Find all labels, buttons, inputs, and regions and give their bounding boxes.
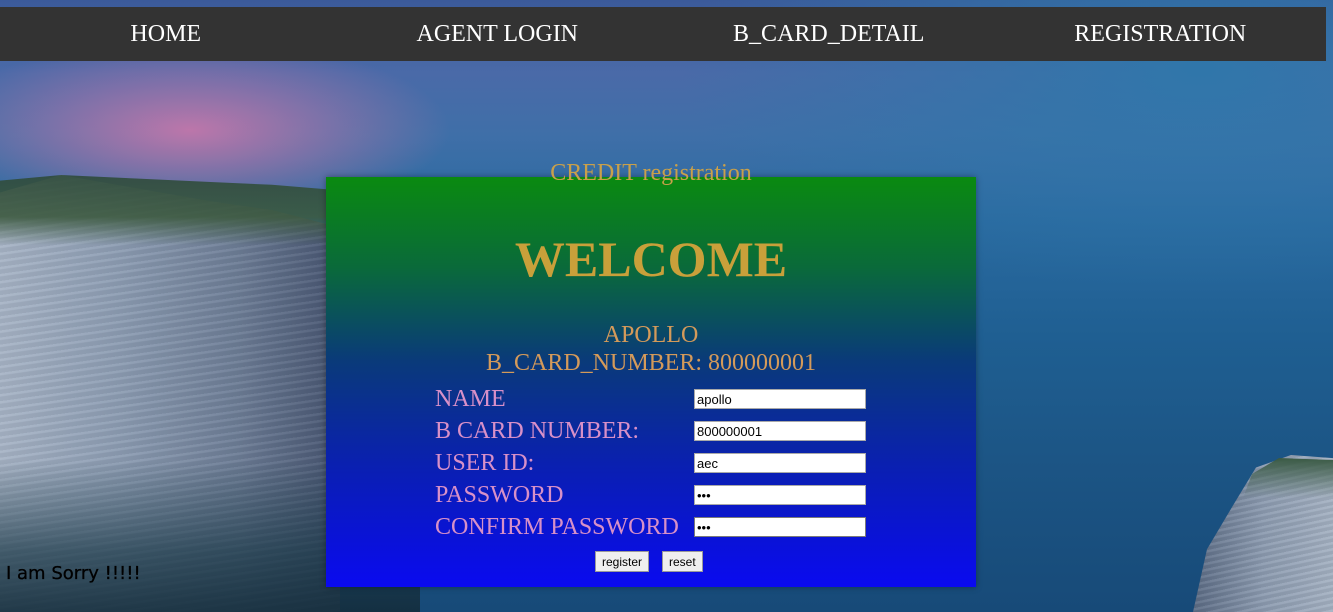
card-number-label: B CARD NUMBER: <box>435 418 640 444</box>
password-label: PASSWORD <box>435 482 564 508</box>
user-id-label: USER ID: <box>435 450 535 476</box>
nav-registration[interactable]: REGISTRATION <box>995 7 1327 61</box>
nav-b-card-detail[interactable]: B_CARD_DETAIL <box>663 7 995 61</box>
card-number-line: B_CARD_NUMBER: 800000001 <box>485 350 817 376</box>
confirm-password-row: CONFIRM PASSWORD <box>435 514 875 540</box>
top-navbar: HOME AGENT LOGIN B_CARD_DETAIL REGISTRAT… <box>0 7 1326 61</box>
name-input[interactable] <box>694 389 866 409</box>
user-id-row: USER ID: <box>435 450 875 476</box>
user-name: APOLLO <box>603 322 699 348</box>
password-row: PASSWORD <box>435 482 875 508</box>
nav-agent-login[interactable]: AGENT LOGIN <box>332 7 664 61</box>
reset-button[interactable]: reset <box>662 551 703 572</box>
confirm-password-label: CONFIRM PASSWORD <box>435 514 679 540</box>
background-cliff-vegetation <box>0 175 340 245</box>
password-input[interactable] <box>694 485 866 505</box>
card-number-row: B CARD NUMBER: <box>435 418 875 444</box>
footer-message: I am Sorry !!!!! <box>6 563 141 584</box>
name-label: NAME <box>435 386 506 412</box>
register-button[interactable]: register <box>595 551 650 572</box>
panel-caption: CREDIT registration <box>550 160 752 186</box>
background-cliff-right-vegetation <box>1243 458 1333 498</box>
welcome-heading: WELCOME <box>514 231 788 287</box>
card-number-input[interactable] <box>694 421 866 441</box>
confirm-password-input[interactable] <box>694 517 866 537</box>
nav-home[interactable]: HOME <box>0 7 332 61</box>
user-id-input[interactable] <box>694 453 866 473</box>
name-row: NAME <box>435 386 875 412</box>
